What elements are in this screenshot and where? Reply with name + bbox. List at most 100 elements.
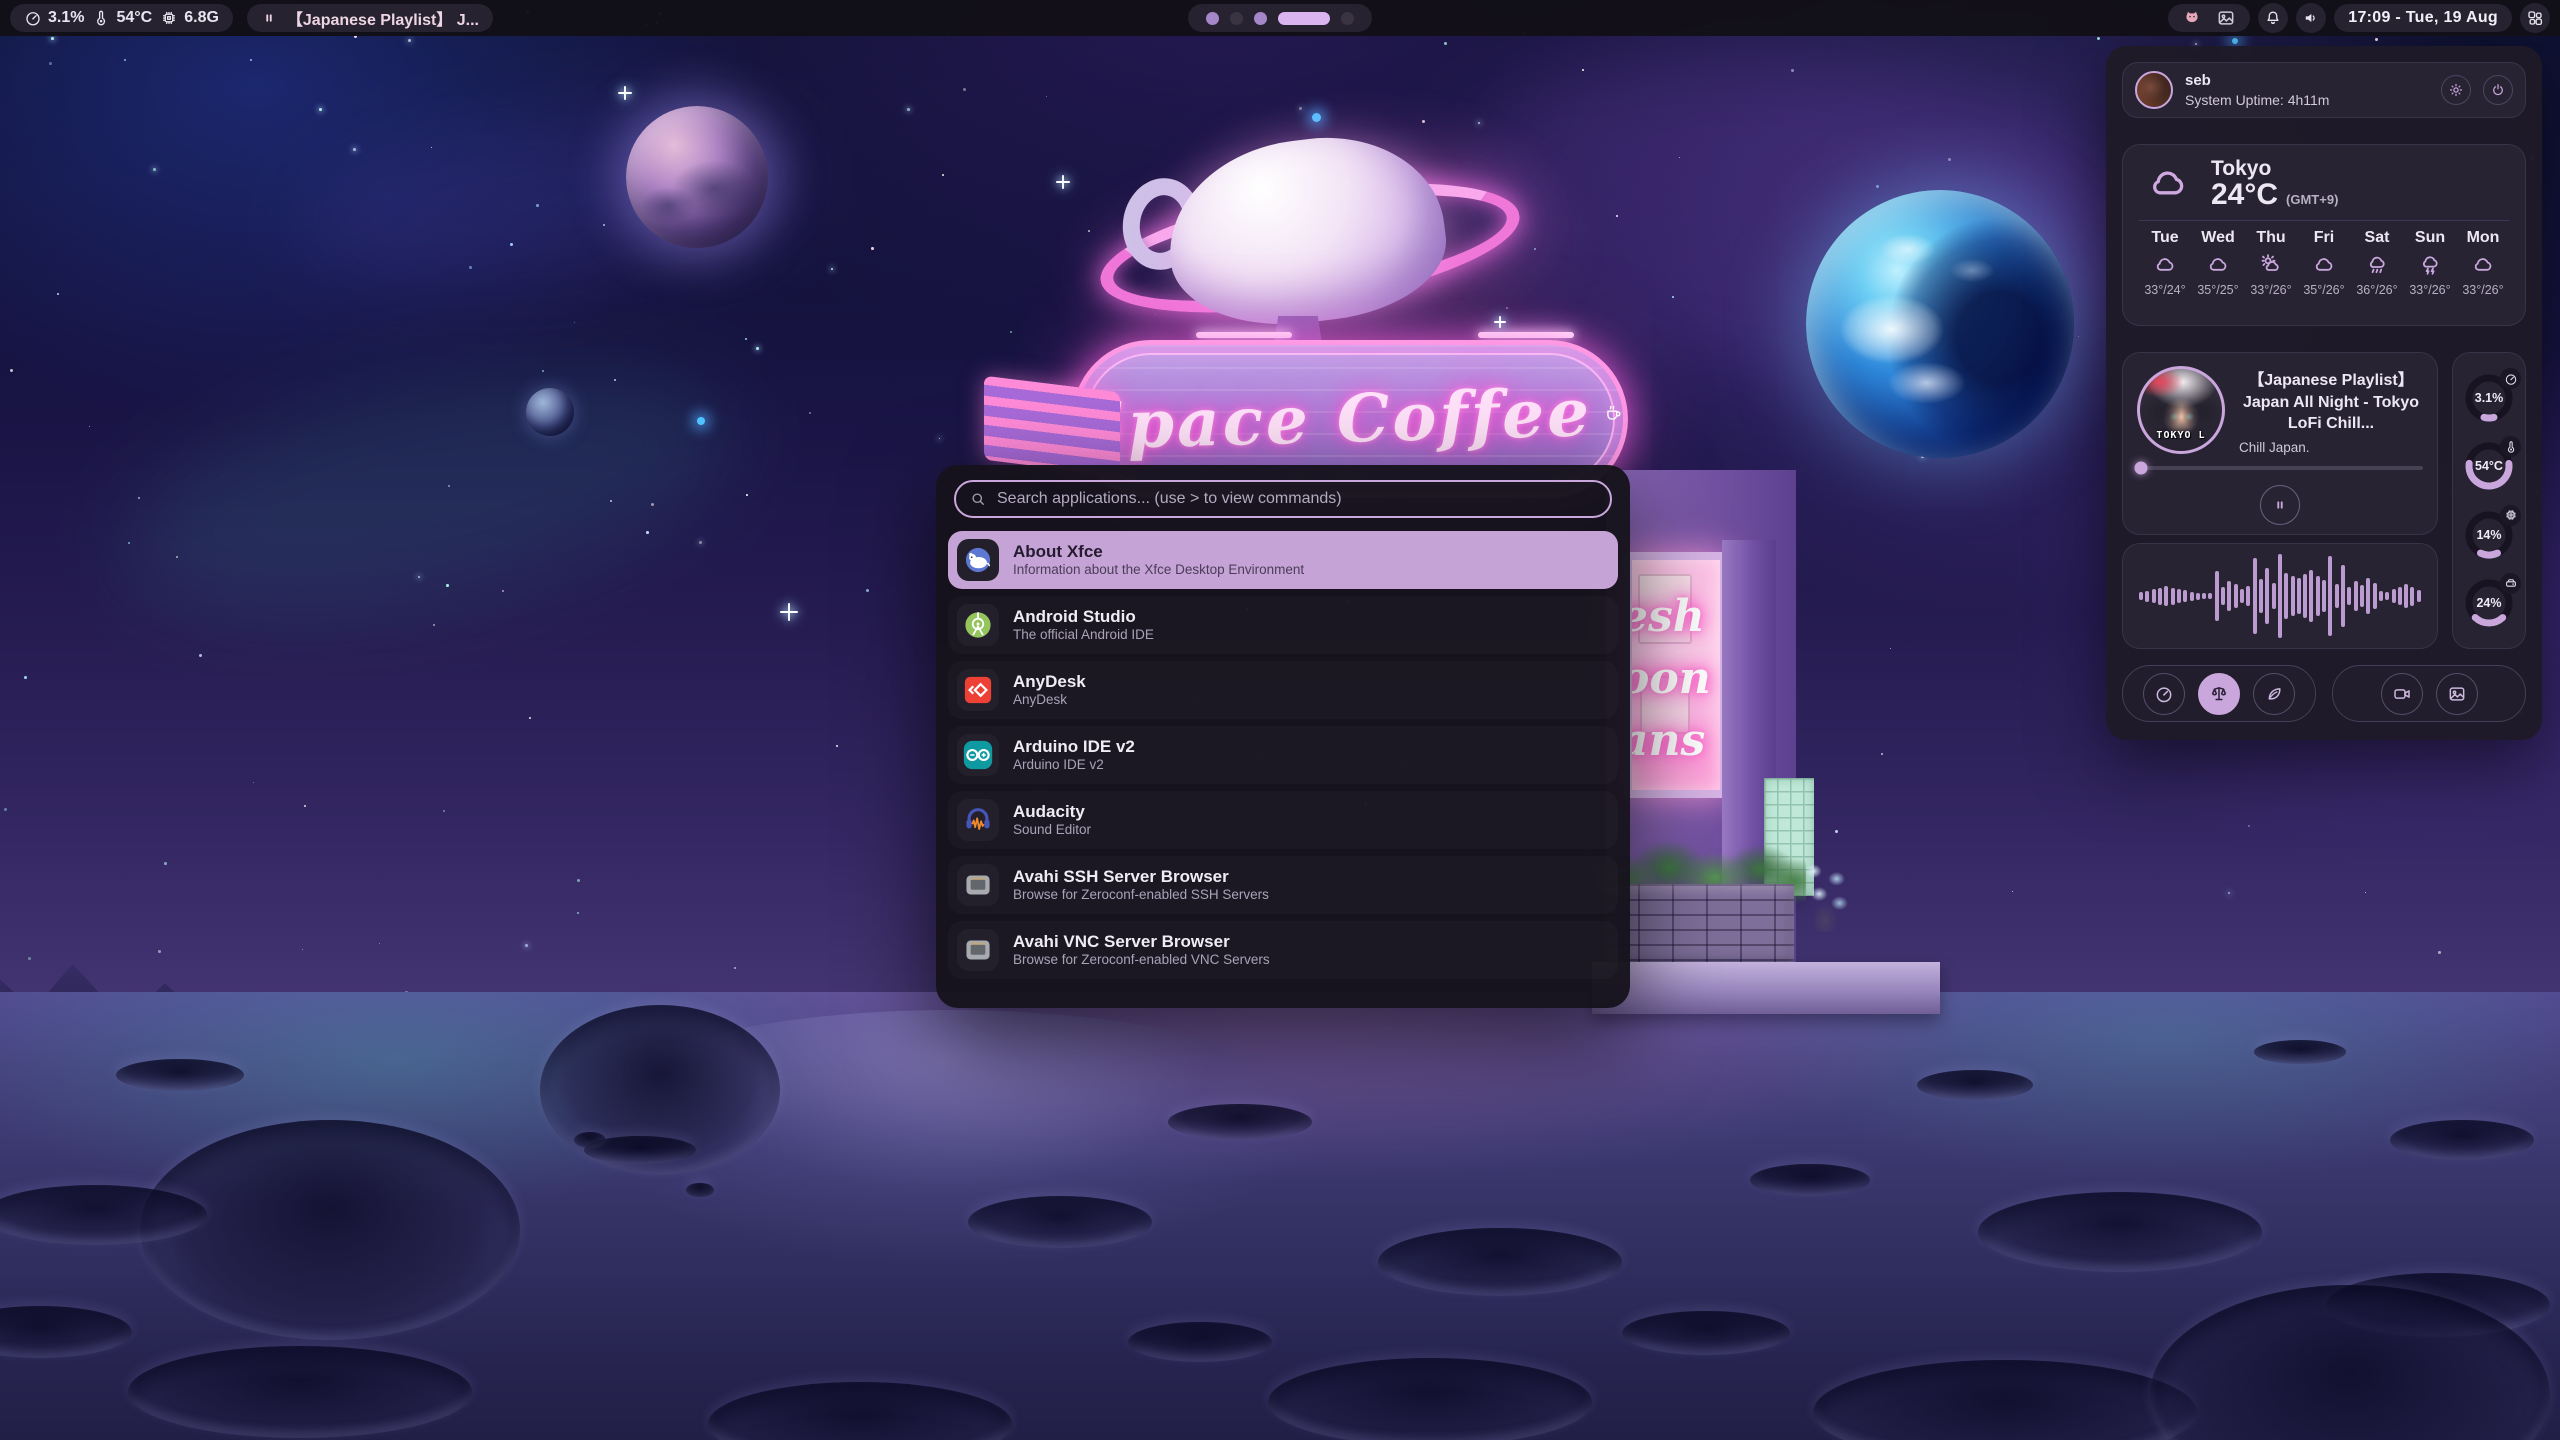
desktop-screen: Space Coffee esh oon ans: [0, 0, 2560, 1440]
bell-icon: [2264, 9, 2282, 27]
scales-quick-button[interactable]: [2198, 673, 2240, 715]
audio-visualizer: [2139, 554, 2421, 638]
forecast-day: Thu: [2256, 229, 2285, 247]
overview-button[interactable]: [2520, 3, 2550, 33]
cat-icon: [2182, 8, 2202, 28]
search-input[interactable]: [997, 490, 1597, 508]
forecast-temps: 33°/24°: [2144, 283, 2185, 297]
workspace-dot-1-occupied[interactable]: [1206, 12, 1219, 25]
app-row-avahi-ssh-server-browser[interactable]: Avahi SSH Server BrowserBrowse for Zeroc…: [948, 856, 1618, 914]
viz-bar: [2246, 586, 2250, 606]
cloud-icon: [2205, 253, 2231, 277]
viz-bar: [2259, 579, 2263, 613]
progress-knob[interactable]: [2135, 461, 2148, 474]
top-panel: 3.1%54°C6.8G 【Japanese Playlist】 J... 17…: [0, 0, 2560, 36]
app-row-about-xfce[interactable]: About XfceInformation about the Xfce Des…: [948, 531, 1618, 589]
app-description: Arduino IDE v2: [1013, 758, 1135, 772]
cloud-icon: [2152, 253, 2178, 277]
gauge-chip: 14%: [2462, 508, 2516, 562]
media-pill-label: 【Japanese Playlist】 J...: [287, 6, 479, 30]
workspace-dot-2-empty[interactable]: [1230, 12, 1243, 25]
speaker-icon: [2302, 9, 2320, 27]
chip-icon: [2504, 488, 2518, 542]
viz-bar: [2303, 574, 2307, 618]
photo-quick-button[interactable]: [2436, 673, 2478, 715]
speedometer-icon: [2154, 684, 2174, 704]
viz-bar: [2240, 589, 2244, 603]
viz-bar: [2385, 592, 2389, 600]
viz-bar: [2341, 565, 2345, 627]
media-pill[interactable]: 【Japanese Playlist】 J...: [247, 4, 493, 32]
app-row-audacity[interactable]: AudacitySound Editor: [948, 791, 1618, 849]
user-card: seb System Uptime: 4h11m: [2122, 62, 2526, 118]
viz-bar: [2322, 580, 2326, 612]
volume-button[interactable]: [2296, 3, 2326, 33]
weather-card: Tokyo 24°C (GMT+9) Tue33°/24°Wed35°/25°T…: [2122, 144, 2526, 326]
avatar[interactable]: [2135, 71, 2173, 109]
viz-bar: [2190, 592, 2194, 601]
settings-button[interactable]: [2441, 75, 2471, 105]
media-player-card: TOKYO L 【Japanese Playlist】 Japan All Ni…: [2122, 352, 2438, 535]
power-button[interactable]: [2483, 75, 2513, 105]
viz-bar: [2278, 554, 2282, 638]
forecast-day: Fri: [2314, 229, 2334, 247]
rain-icon: [2364, 253, 2390, 277]
workspace-dot-5-empty[interactable]: [1341, 12, 1354, 25]
viz-bar: [2328, 556, 2332, 636]
app-description: Information about the Xfce Desktop Envir…: [1013, 563, 1304, 577]
notifications-button[interactable]: [2258, 3, 2288, 33]
neon-tube-right: [1478, 332, 1574, 338]
viz-bar: [2177, 589, 2181, 603]
viz-bar: [2404, 584, 2408, 608]
viz-bar: [2152, 589, 2156, 603]
app-name: Avahi VNC Server Browser: [1013, 933, 1270, 950]
network-app-icon: [957, 929, 999, 971]
workspace-dot-4-active[interactable]: [1278, 12, 1330, 25]
quick-settings-group-left: [2122, 665, 2316, 722]
viz-bar: [2171, 588, 2175, 605]
viz-bar: [2417, 590, 2421, 602]
pause-button[interactable]: [2260, 485, 2300, 525]
forecast-fri: Fri 35°/26°: [2298, 229, 2350, 297]
window-neon-text: esh oon ans: [1624, 586, 1711, 772]
gauge-thermometer: 54°C: [2462, 439, 2516, 493]
anydesk-app-icon: [957, 669, 999, 711]
pause-icon: [261, 10, 277, 26]
forecast-wed: Wed35°/25°: [2192, 229, 2244, 297]
media-progress-bar[interactable]: [2137, 466, 2423, 470]
leaf-quick-button[interactable]: [2253, 673, 2295, 715]
gear-icon: [2448, 82, 2464, 98]
search-bar[interactable]: [954, 480, 1612, 518]
speaker-icon: [2302, 9, 2320, 27]
cloud-icon: [2470, 253, 2496, 277]
album-art[interactable]: TOKYO L: [2137, 366, 2225, 454]
weather-timezone: (GMT+9): [2286, 192, 2338, 207]
tray-image-icon[interactable]: [2216, 8, 2236, 28]
app-row-anydesk[interactable]: AnyDeskAnyDesk: [948, 661, 1618, 719]
camera-quick-button[interactable]: [2381, 673, 2423, 715]
system-stats-pill[interactable]: 3.1%54°C6.8G: [10, 4, 233, 32]
app-row-avahi-vnc-server-browser[interactable]: Avahi VNC Server BrowserBrowse for Zeroc…: [948, 921, 1618, 979]
forecast-sun: Sun33°/26°: [2404, 229, 2456, 297]
speedometer-quick-button[interactable]: [2143, 673, 2185, 715]
viz-bar: [2284, 573, 2288, 619]
tray-cat-icon[interactable]: [2182, 8, 2202, 28]
app-description: Browse for Zeroconf-enabled SSH Servers: [1013, 888, 1269, 902]
clock[interactable]: 17:09 - Tue, 19 Aug: [2334, 4, 2512, 32]
workspace-dot-3-occupied[interactable]: [1254, 12, 1267, 25]
user-name: seb: [2185, 72, 2429, 89]
system-tray[interactable]: [2168, 4, 2250, 32]
workspace-switcher[interactable]: [1188, 4, 1372, 32]
app-row-arduino-ide-v2[interactable]: Arduino IDE v2Arduino IDE v2: [948, 726, 1618, 784]
photo-icon: [2447, 684, 2467, 704]
viz-bar: [2291, 576, 2295, 616]
viz-bar: [2221, 587, 2225, 605]
viz-bar: [2398, 587, 2402, 605]
cafe-sign-text: Space Coffee: [1076, 373, 1593, 464]
viz-bar: [2183, 590, 2187, 602]
forecast-temps: 35°/26°: [2303, 283, 2344, 297]
app-row-android-studio[interactable]: Android StudioThe official Android IDE: [948, 596, 1618, 654]
chip-icon: [2500, 505, 2521, 526]
weather-forecast: Tue33°/24°Wed35°/25°Thu33°/26°Fri35°/26°…: [2139, 229, 2509, 297]
viz-bar: [2360, 585, 2364, 607]
